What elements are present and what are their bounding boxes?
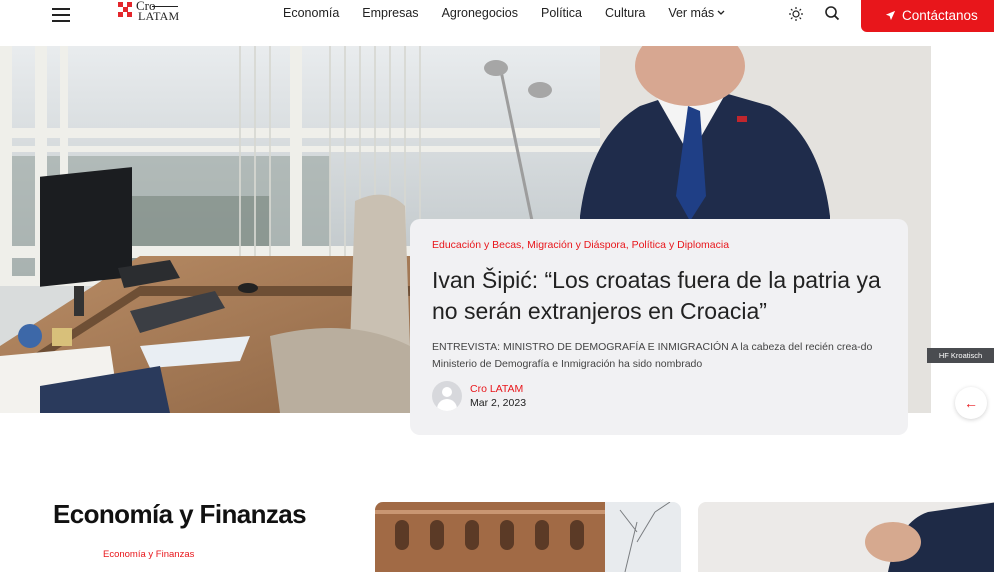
article-thumbnail[interactable] (375, 502, 681, 572)
article-author: Cro LATAM Mar 2, 2023 (432, 381, 526, 411)
author-name[interactable]: Cro LATAM (470, 383, 526, 396)
send-icon (885, 10, 896, 20)
logo-text-latam: LATAM (138, 9, 180, 23)
nav-ver-mas-label: Ver más (668, 6, 715, 20)
search-icon[interactable] (824, 5, 840, 21)
featured-article-card[interactable]: Educación y Becas, Migración y Diáspora,… (410, 219, 908, 435)
contact-button[interactable]: Contáctanos (861, 0, 994, 32)
checkerboard-logo-mark (118, 2, 132, 18)
arrow-left-icon[interactable]: ← (955, 387, 987, 419)
nav-economia[interactable]: Economía (283, 6, 339, 20)
article-categories[interactable]: Educación y Becas, Migración y Diáspora,… (432, 239, 886, 251)
site-logo[interactable]: Cro LATAM (118, 0, 188, 30)
nav-cultura[interactable]: Cultura (605, 6, 645, 20)
site-header: Cro LATAM Economía Empresas Agronegocios… (0, 0, 994, 46)
article-title[interactable]: Ivan Šipić: “Los croatas fuera de la pat… (432, 265, 886, 327)
article-excerpt: ENTREVISTA: MINISTRO DE DEMOGRAFÍA E INM… (432, 341, 873, 370)
nav-empresas[interactable]: Empresas (362, 6, 418, 20)
nav-politica[interactable]: Política (541, 6, 582, 20)
nav-ver-mas[interactable]: Ver más (668, 6, 725, 20)
article-date: Mar 2, 2023 (470, 396, 527, 409)
nav-agronegocios[interactable]: Agronegocios (442, 6, 518, 20)
section-title: Economía y Finanzas (53, 499, 307, 529)
section-category-label[interactable]: Economía y Finanzas (103, 549, 194, 560)
logo-rule (152, 6, 178, 7)
handshake-photo (698, 502, 994, 572)
photo-credit: HF Kroatisch (927, 348, 994, 363)
chevron-down-icon (717, 10, 725, 15)
sun-icon[interactable] (788, 6, 804, 22)
article-thumbnail[interactable] (698, 502, 994, 572)
main-nav: Economía Empresas Agronegocios Política … (283, 6, 748, 20)
contact-button-label: Contáctanos (902, 7, 978, 23)
menu-icon[interactable] (52, 8, 72, 22)
avatar (432, 381, 462, 411)
building-photo (375, 502, 681, 572)
